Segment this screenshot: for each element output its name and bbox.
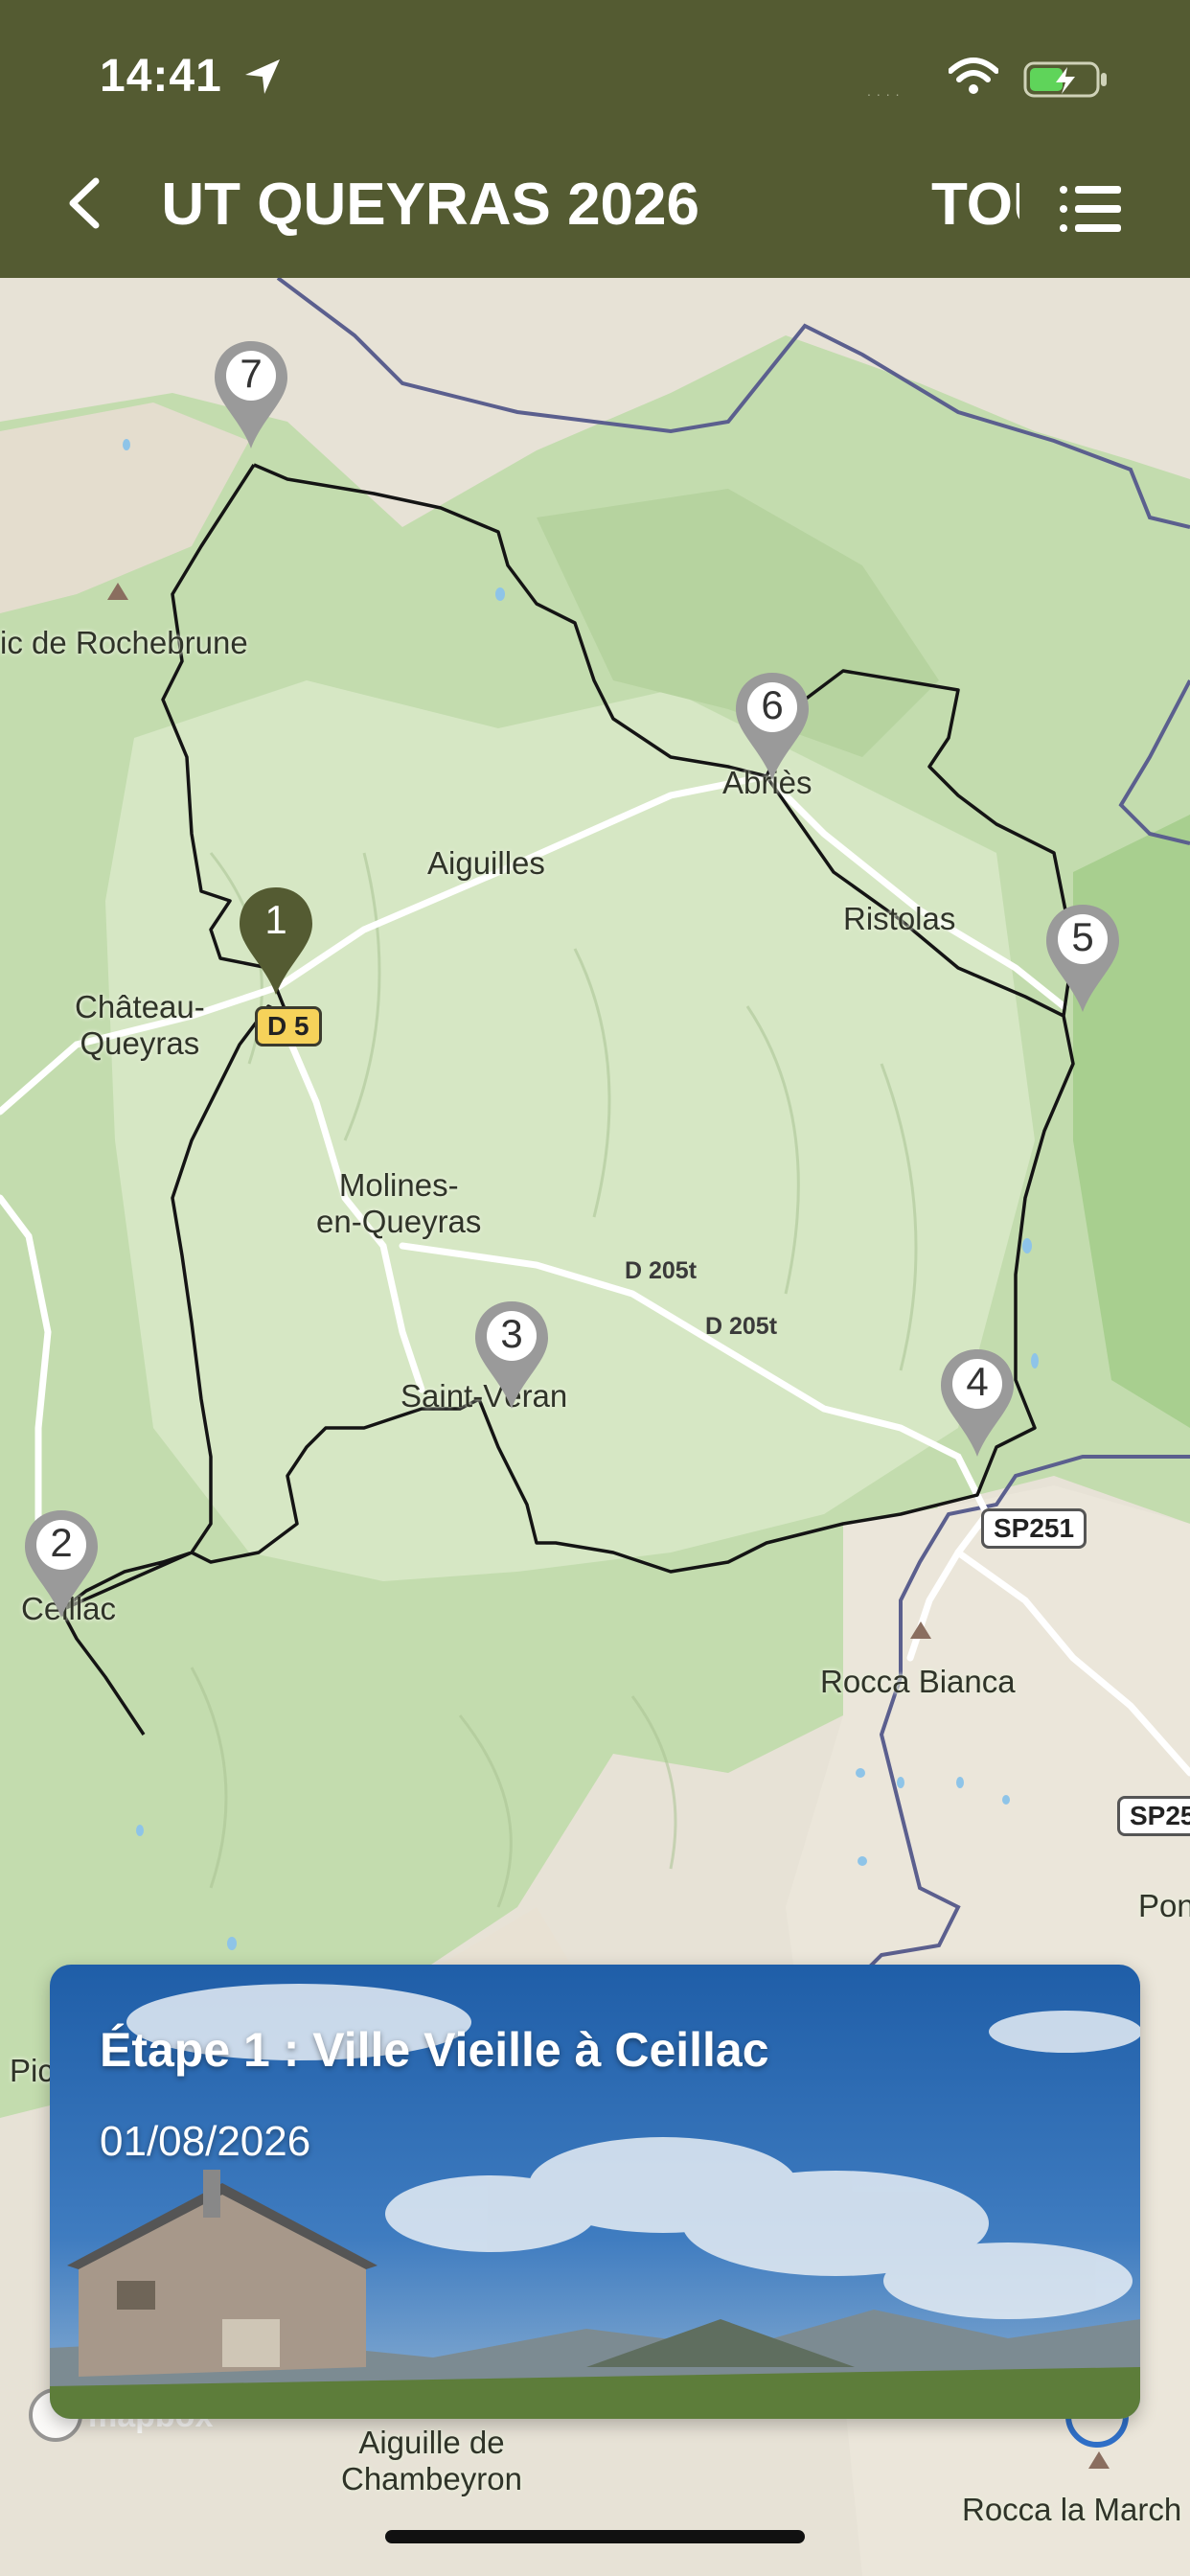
status-time: 14:41 xyxy=(100,51,222,102)
stage-marker-4[interactable]: 4 xyxy=(937,1346,1018,1460)
stage-marker-number: 1 xyxy=(264,897,287,942)
place-label: Rocca Bianca xyxy=(820,1664,1016,1699)
battery-charging-icon xyxy=(1023,61,1107,98)
place-label: Aiguille de Chambeyron xyxy=(341,2425,522,2496)
road-label: D 205t xyxy=(625,1257,698,1284)
place-label: Molines- en-Queyras xyxy=(316,1167,482,1239)
location-arrow-icon xyxy=(245,59,280,94)
road-badge-sp25: SP25 xyxy=(1117,1796,1190,1836)
stage-marker-7[interactable]: 7 xyxy=(211,337,291,452)
place-label: Aiguilles xyxy=(427,845,545,881)
app-header: 14:41 .... UT QUEYRAS 2026 TOUR xyxy=(0,0,1190,278)
stage-marker-3[interactable]: 3 xyxy=(471,1298,552,1413)
header-title-container: UT QUEYRAS 2026 xyxy=(144,163,699,249)
place-label: Ristolas xyxy=(843,901,956,936)
road-badge-sp251: SP251 xyxy=(981,1508,1087,1549)
road-label: D 205t xyxy=(705,1313,778,1340)
chevron-left-icon[interactable] xyxy=(63,177,105,229)
road-badge-d5: D 5 xyxy=(255,1006,322,1046)
stage-marker-6[interactable]: 6 xyxy=(732,669,812,784)
stage-marker-number: 4 xyxy=(966,1359,989,1404)
stage-card[interactable]: Étape 1 : Ville Vieille à Ceillac 01/08/… xyxy=(50,1965,1140,2419)
place-label: Pon xyxy=(1138,1888,1190,1923)
stage-marker-5[interactable]: 5 xyxy=(1042,901,1123,1016)
wifi-icon xyxy=(949,58,998,94)
stage-marker-number: 5 xyxy=(1071,914,1094,959)
stage-marker-number: 6 xyxy=(761,682,784,727)
peak-icon xyxy=(910,1622,931,1639)
stage-marker-number: 7 xyxy=(240,351,263,396)
place-label: Rocca la March xyxy=(962,2492,1182,2527)
peak-icon xyxy=(107,583,128,600)
stage-card-date: 01/08/2026 xyxy=(100,2118,311,2165)
stage-card-title: Étape 1 : Ville Vieille à Ceillac xyxy=(100,2023,769,2077)
tab-tour[interactable]: TOUR xyxy=(931,163,1019,249)
stage-marker-1[interactable]: 1 xyxy=(236,884,316,999)
peak-icon xyxy=(1088,2451,1110,2469)
signal-strength-indicator: .... xyxy=(867,83,905,99)
tab-tour-label: TOUR xyxy=(931,172,1019,238)
place-label: Château- Queyras xyxy=(75,989,205,1061)
list-menu-icon[interactable] xyxy=(1058,182,1123,236)
home-indicator xyxy=(385,2530,805,2543)
stage-marker-number: 3 xyxy=(500,1311,523,1356)
place-label: ic de Rochebrune xyxy=(0,625,248,660)
header-title: UT QUEYRAS 2026 xyxy=(161,172,699,238)
stage-marker-number: 2 xyxy=(50,1520,73,1565)
place-label: Pic xyxy=(10,2053,54,2088)
stage-marker-2[interactable]: 2 xyxy=(21,1506,102,1622)
